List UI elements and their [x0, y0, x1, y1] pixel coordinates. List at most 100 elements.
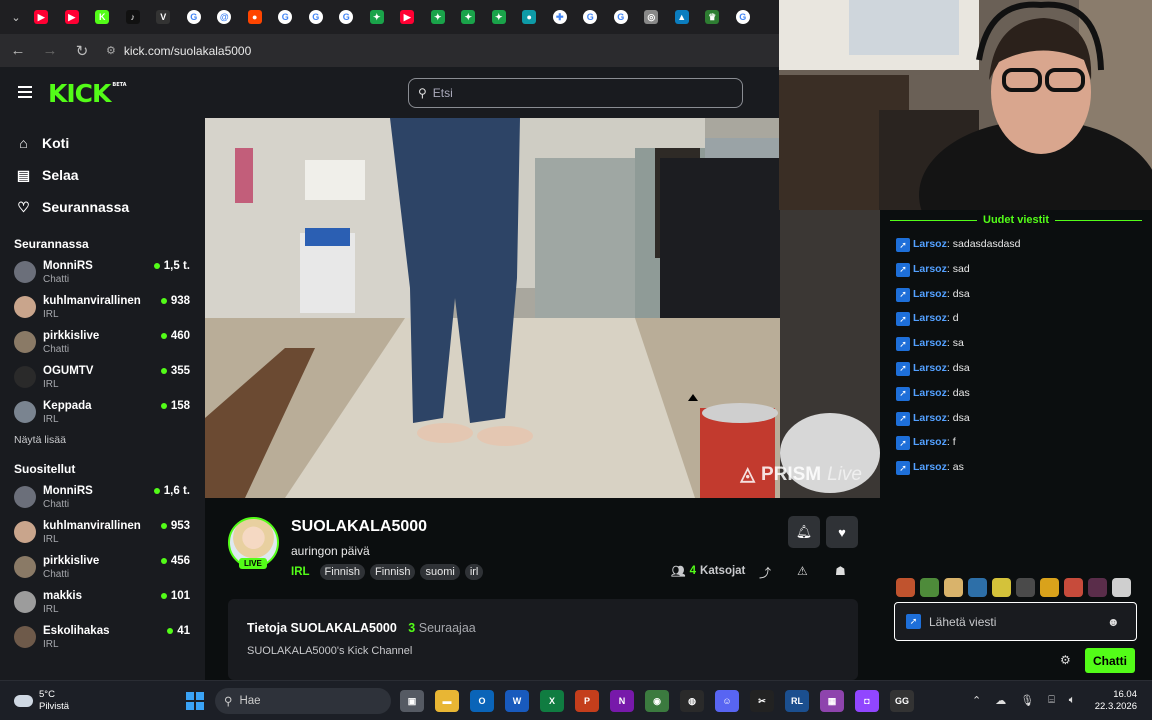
- gg-icon[interactable]: GG: [890, 690, 914, 712]
- browser-tab[interactable]: ▲: [667, 0, 698, 34]
- emote-icon[interactable]: [920, 578, 939, 597]
- chat-username[interactable]: Larsoz: [913, 263, 947, 275]
- category-link[interactable]: IRL: [291, 566, 310, 578]
- onedrive-icon[interactable]: ☁: [995, 694, 1006, 707]
- chat-input-box[interactable]: ➚ ☻: [894, 602, 1137, 641]
- browser-tab[interactable]: ✦: [453, 0, 484, 34]
- follow-heart-button[interactable]: ♥: [826, 516, 858, 548]
- clock[interactable]: 16.04 22.3.2026: [1095, 689, 1137, 713]
- emote-icon[interactable]: [1016, 578, 1035, 597]
- capcut-icon[interactable]: ✂: [750, 690, 774, 712]
- file-explorer-icon[interactable]: ▬: [435, 690, 459, 712]
- emote-icon[interactable]: [896, 578, 915, 597]
- channel-row[interactable]: Eskolihakas IRL 41: [0, 620, 205, 655]
- sidebar-item-selaa[interactable]: ▤ Selaa: [0, 159, 205, 191]
- volume-icon[interactable]: 🔈︎: [1069, 694, 1076, 707]
- forward-arrow-icon[interactable]: →: [42, 42, 58, 59]
- clapper-icon[interactable]: ▦: [820, 690, 844, 712]
- browser-tab[interactable]: @: [209, 0, 240, 34]
- channel-row[interactable]: pirkkislive Chatti 460: [0, 325, 205, 360]
- browser-tab[interactable]: ●: [514, 0, 545, 34]
- emote-icon[interactable]: [1064, 578, 1083, 597]
- microphone-icon[interactable]: 🎙︎: [1020, 694, 1034, 707]
- emote-icon[interactable]: [944, 578, 963, 597]
- emote-icon[interactable]: [968, 578, 987, 597]
- url-text[interactable]: kick.com/suolakala5000: [124, 44, 251, 58]
- browser-tab[interactable]: G: [331, 0, 362, 34]
- browser-tab[interactable]: G: [270, 0, 301, 34]
- browser-tab[interactable]: G: [575, 0, 606, 34]
- notification-bell-button[interactable]: 🔔︎: [788, 516, 820, 548]
- channel-row[interactable]: MonniRS Chatti 1,5 t.: [0, 255, 205, 290]
- search-input[interactable]: [432, 86, 713, 100]
- discord-icon[interactable]: ☺: [715, 690, 739, 712]
- chrome-icon[interactable]: ◉: [645, 690, 669, 712]
- excel-icon[interactable]: X: [540, 690, 564, 712]
- outlook-icon[interactable]: O: [470, 690, 494, 712]
- tag-chip[interactable]: Finnish: [319, 564, 365, 580]
- channel-row[interactable]: pirkkislive Chatti 456: [0, 550, 205, 585]
- obs-icon[interactable]: ◍: [680, 690, 704, 712]
- weather-widget[interactable]: 5°C Pilvistä: [14, 689, 69, 713]
- tag-chip[interactable]: Finnish: [370, 564, 416, 580]
- chat-message-input[interactable]: [929, 614, 1099, 629]
- chat-username[interactable]: Larsoz: [913, 288, 947, 300]
- search-bar[interactable]: ⚲: [408, 78, 743, 108]
- twitch-icon[interactable]: ◘: [855, 690, 879, 712]
- browser-tab[interactable]: V: [148, 0, 179, 34]
- channel-row[interactable]: MonniRS Chatti 1,6 t.: [0, 480, 205, 515]
- chat-username[interactable]: Larsoz: [913, 238, 947, 250]
- browser-tab[interactable]: ✚: [545, 0, 576, 34]
- browser-tab[interactable]: ●: [240, 0, 271, 34]
- browser-tab[interactable]: G: [301, 0, 332, 34]
- back-arrow-icon[interactable]: ←: [10, 42, 26, 59]
- tag-chip[interactable]: irl: [464, 564, 484, 580]
- chat-settings-gear-icon[interactable]: ⚙: [1060, 653, 1071, 667]
- sidebar-item-seurannassa[interactable]: ♡ Seurannassa: [0, 191, 205, 223]
- browser-tab[interactable]: ✦: [484, 0, 515, 34]
- show-more-link[interactable]: Näytä lisää: [0, 434, 205, 448]
- browser-tab[interactable]: ▶: [57, 0, 88, 34]
- emote-icon[interactable]: [1088, 578, 1107, 597]
- url-field[interactable]: ⚙ kick.com/suolakala5000: [106, 44, 251, 58]
- browser-tab[interactable]: ♪: [118, 0, 149, 34]
- windows-start-icon[interactable]: [186, 692, 204, 710]
- taskbar-search[interactable]: ⚲ Hae: [215, 688, 391, 714]
- channel-row[interactable]: kuhlmanvirallinen IRL 953: [0, 515, 205, 550]
- emote-icon[interactable]: [1040, 578, 1059, 597]
- tag-chip[interactable]: suomi: [420, 564, 460, 580]
- chat-username[interactable]: Larsoz: [913, 412, 947, 424]
- kick-logo[interactable]: KICK BETA: [48, 79, 127, 108]
- emote-icon[interactable]: [1112, 578, 1131, 597]
- browser-tab[interactable]: G: [179, 0, 210, 34]
- word-icon[interactable]: W: [505, 690, 529, 712]
- chat-username[interactable]: Larsoz: [913, 461, 947, 473]
- browser-tab[interactable]: ▶: [26, 0, 57, 34]
- channel-row[interactable]: kuhlmanvirallinen IRL 938: [0, 290, 205, 325]
- channel-row[interactable]: Keppada IRL 158: [0, 395, 205, 430]
- menu-hamburger-icon[interactable]: [18, 86, 32, 98]
- browser-tab[interactable]: ◎: [636, 0, 667, 34]
- emoji-picker-icon[interactable]: ☻: [1107, 615, 1120, 629]
- browser-tab[interactable]: ✦: [423, 0, 454, 34]
- chat-username[interactable]: Larsoz: [913, 337, 947, 349]
- browser-tab[interactable]: G: [606, 0, 637, 34]
- report-warning-icon[interactable]: ⚠: [797, 564, 808, 578]
- channel-row[interactable]: makkis IRL 101: [0, 585, 205, 620]
- powerpoint-icon[interactable]: P: [575, 690, 599, 712]
- send-chat-button[interactable]: Chatti: [1085, 648, 1135, 673]
- chevron-up-icon[interactable]: ⌃: [972, 694, 981, 707]
- channel-name[interactable]: SUOLAKALA5000: [291, 518, 427, 536]
- share-icon[interactable]: ⤴: [759, 564, 771, 581]
- chat-username[interactable]: Larsoz: [913, 312, 947, 324]
- browser-tab[interactable]: ♛: [697, 0, 728, 34]
- chat-username[interactable]: Larsoz: [913, 436, 947, 448]
- browser-tab[interactable]: K: [87, 0, 118, 34]
- clip-user-icon[interactable]: ☗: [835, 564, 846, 578]
- browser-tab[interactable]: ✦: [362, 0, 393, 34]
- chat-username[interactable]: Larsoz: [913, 362, 947, 374]
- tab-search-chevron-icon[interactable]: ⌄: [6, 7, 26, 27]
- browser-tab[interactable]: ▶: [392, 0, 423, 34]
- chat-username[interactable]: Larsoz: [913, 387, 947, 399]
- site-info-icon[interactable]: ⚙: [106, 44, 116, 57]
